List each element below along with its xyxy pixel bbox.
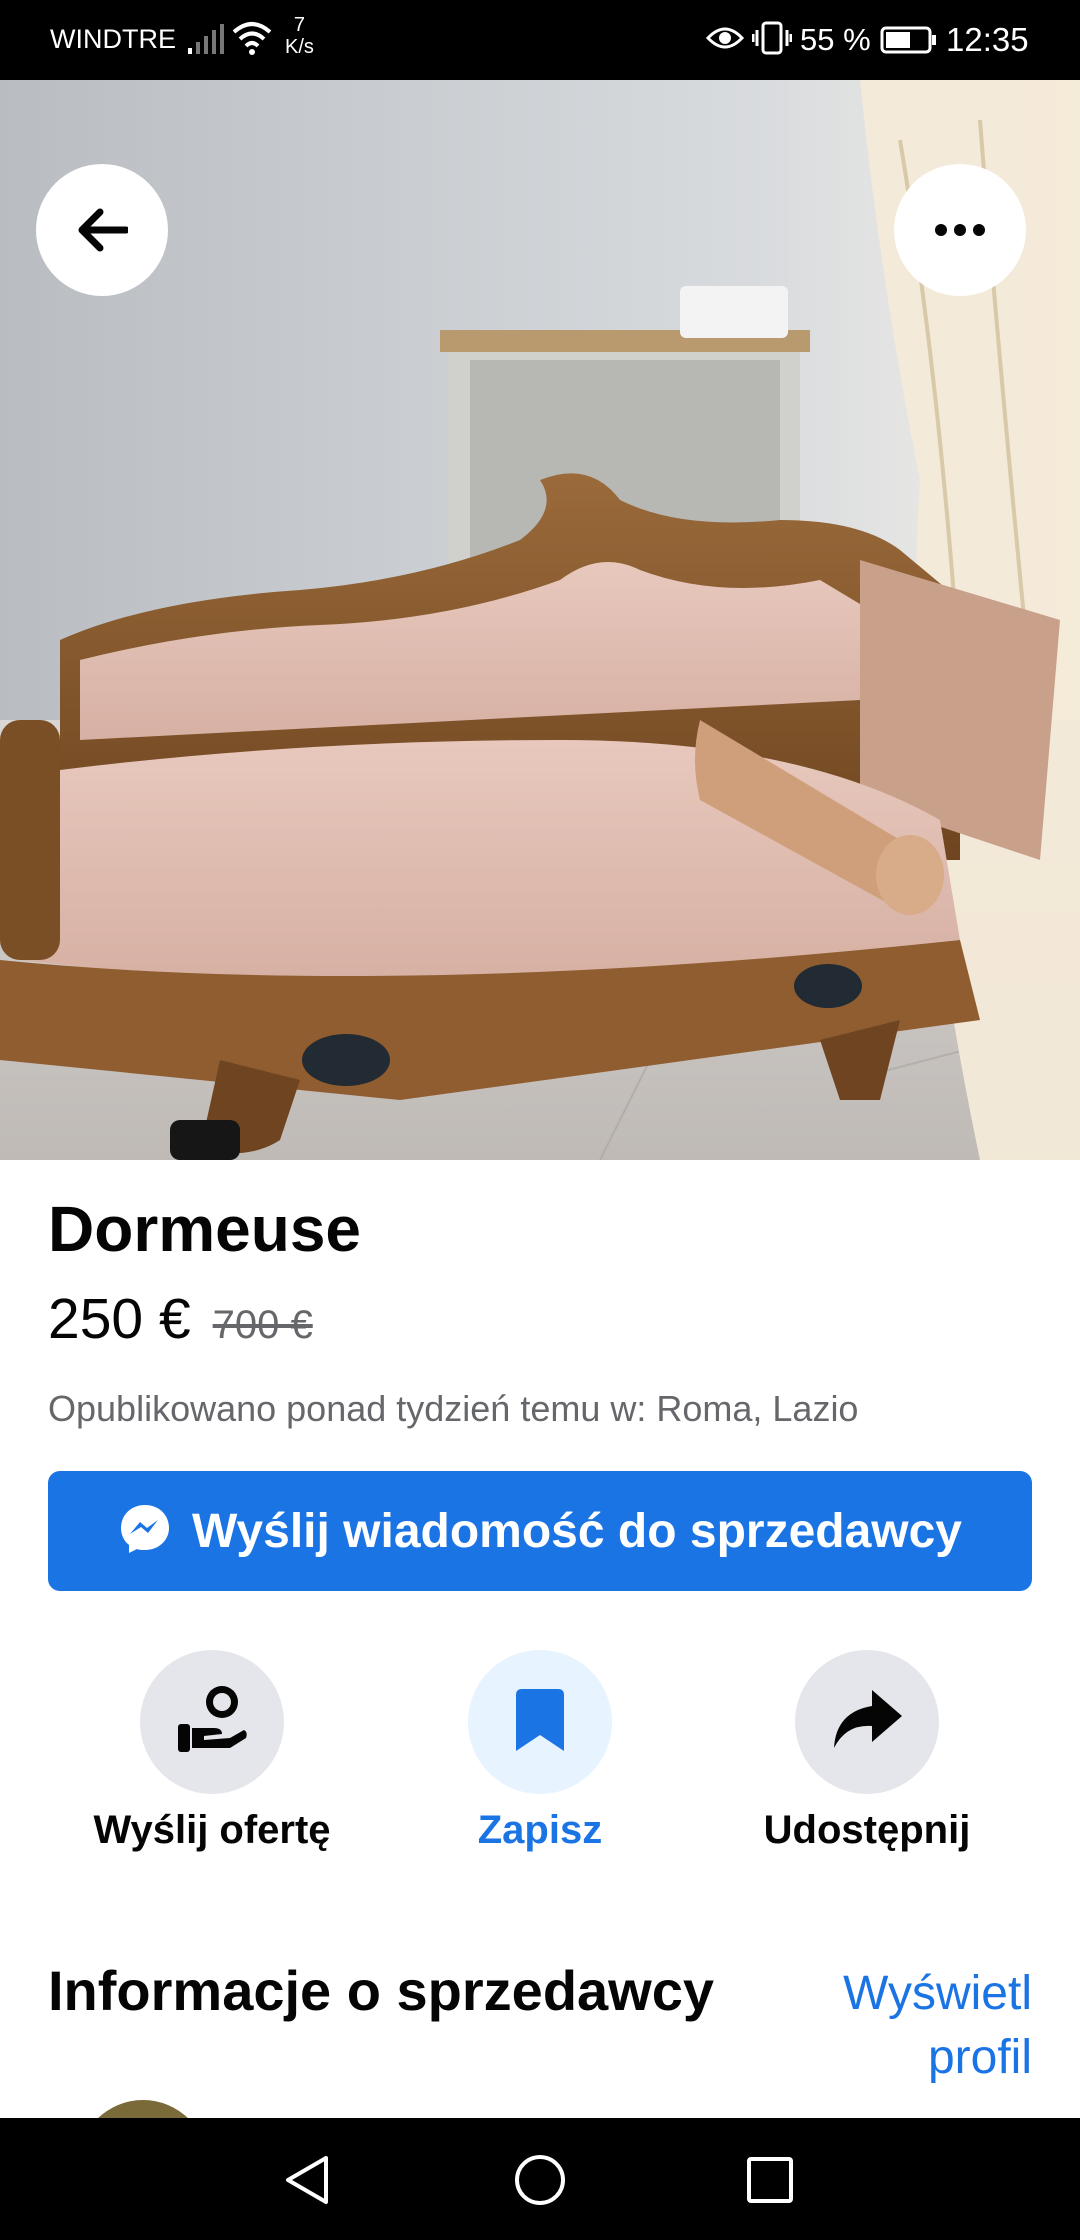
share-button[interactable]: Udostępnij — [702, 1650, 1032, 1853]
bookmark-icon — [516, 1688, 564, 1756]
listing-title: Dormeuse — [48, 1193, 361, 1265]
message-seller-label: Wyślij wiadomość do sprzedawcy — [191, 1504, 962, 1558]
carrier-name: WINDTRE — [50, 24, 176, 54]
clock: 12:35 — [946, 21, 1029, 58]
more-options-button[interactable] — [894, 164, 1026, 296]
wifi-icon — [232, 20, 272, 61]
save-button[interactable]: Zapisz — [375, 1650, 705, 1853]
back-button[interactable] — [36, 164, 168, 296]
posted-info: Opublikowano ponad tydzień temu w: Roma,… — [48, 1388, 859, 1429]
signal-icon — [188, 22, 224, 61]
send-offer-icon — [174, 1682, 250, 1763]
view-profile-link[interactable]: Wyświetl profil — [792, 1962, 1032, 2090]
nav-back-icon[interactable] — [282, 2154, 332, 2211]
save-label: Zapisz — [477, 1808, 603, 1852]
battery-icon — [880, 26, 938, 59]
battery-percent: 55 % — [800, 22, 871, 57]
speed-value: 7 — [293, 14, 306, 36]
current-price: 250 € — [48, 1287, 191, 1351]
share-icon-wrap — [795, 1650, 939, 1794]
send-offer-label: Wyślij ofertę — [93, 1808, 331, 1852]
share-icon — [832, 1689, 902, 1755]
listing-photo[interactable] — [0, 80, 1080, 1160]
send-offer-button[interactable]: Wyślij ofertę — [47, 1650, 377, 1853]
system-nav-bar — [0, 2118, 1080, 2240]
vibrate-icon — [751, 20, 793, 61]
original-price: 700 € — [212, 1303, 313, 1347]
messenger-icon — [118, 1502, 172, 1561]
arrow-left-icon — [76, 208, 128, 252]
message-seller-button[interactable]: Wyślij wiadomość do sprzedawcy — [48, 1471, 1032, 1591]
speed-unit: K/s — [285, 36, 314, 58]
status-bar: WINDTRE 7 K/s 55 % 12:35 — [0, 0, 1080, 80]
nav-home-icon[interactable] — [514, 2154, 566, 2211]
price-row: 250 € 700 € — [48, 1286, 313, 1352]
more-horizontal-icon — [934, 223, 986, 237]
network-speed: 7 K/s — [285, 14, 314, 58]
save-icon-wrap — [468, 1650, 612, 1794]
send-offer-icon-wrap — [140, 1650, 284, 1794]
share-label: Udostępnij — [763, 1808, 971, 1852]
eye-icon — [705, 22, 745, 59]
seller-info-heading: Informacje o sprzedawcy — [48, 1959, 715, 2022]
nav-recents-icon[interactable] — [746, 2156, 794, 2209]
